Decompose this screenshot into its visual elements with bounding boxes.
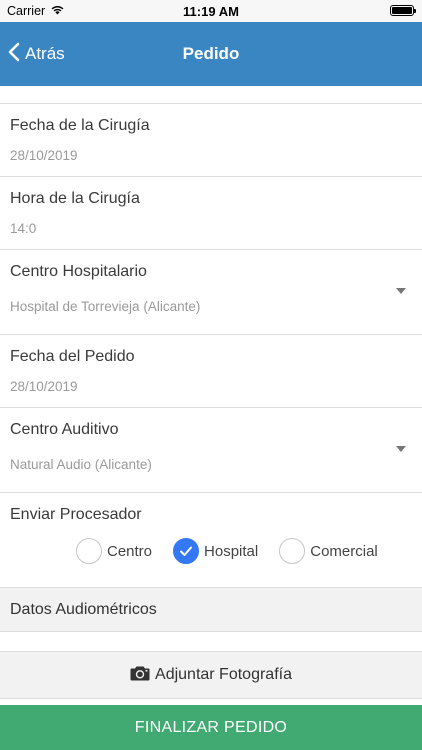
nav-bar: Atrás Pedido	[0, 22, 422, 86]
radio-label-comercial: Comercial	[310, 542, 378, 560]
caret-down-icon	[396, 446, 406, 452]
hospital-center-label: Centro Hospitalario	[10, 263, 147, 280]
surgery-date-field[interactable]: Fecha de la Cirugía 28/10/2019	[0, 104, 422, 177]
surgery-time-value: 14:0	[10, 221, 37, 236]
radio-label-hospital: Hospital	[204, 542, 259, 560]
attach-photo-button[interactable]: Adjuntar Fotografía	[0, 652, 422, 699]
hearing-center-value: Natural Audio (Alicante)	[10, 457, 152, 472]
surgery-date-label: Fecha de la Cirugía	[10, 117, 150, 134]
send-processor-field: Enviar Procesador Centro Hospital Comerc…	[0, 493, 422, 588]
order-form: Fecha de la Cirugía 28/10/2019 Hora de l…	[0, 86, 422, 699]
radio-unchecked-icon[interactable]	[76, 538, 102, 564]
finalize-order-button[interactable]: FINALIZAR PEDIDO	[0, 705, 422, 750]
order-date-field[interactable]: Fecha del Pedido 28/10/2019	[0, 335, 422, 408]
surgery-time-label: Hora de la Cirugía	[10, 190, 140, 207]
hospital-center-value: Hospital de Torrevieja (Alicante)	[10, 299, 201, 314]
hearing-center-label: Centro Auditivo	[10, 421, 119, 438]
attach-photo-label: Adjuntar Fotografía	[155, 666, 292, 683]
order-date-value: 28/10/2019	[10, 379, 78, 394]
send-processor-options: Centro Hospital Comercial	[76, 538, 378, 564]
checkmark-icon	[180, 546, 193, 556]
hospital-center-select[interactable]: Centro Hospitalario Hospital de Torrevie…	[0, 250, 422, 335]
chevron-left-icon	[8, 42, 25, 67]
radio-unchecked-icon[interactable]	[279, 538, 306, 564]
camera-icon	[130, 665, 155, 686]
battery-icon	[390, 5, 416, 16]
audiometric-section-header: Datos Audiométricos	[0, 588, 422, 632]
surgery-time-field[interactable]: Hora de la Cirugía 14:0	[0, 177, 422, 250]
radio-option-comercial[interactable]: Comercial	[279, 538, 378, 564]
form-top-gap	[0, 86, 422, 104]
radio-checked-icon[interactable]	[173, 538, 200, 564]
status-time: 11:19 AM	[183, 4, 239, 19]
send-processor-label: Enviar Procesador	[10, 506, 142, 523]
order-date-label: Fecha del Pedido	[10, 348, 135, 365]
status-bar: Carrier 11:19 AM	[0, 0, 422, 22]
back-label: Atrás	[25, 44, 65, 63]
audiometric-section-body	[0, 632, 422, 652]
surgery-date-value: 28/10/2019	[10, 148, 78, 163]
radio-label-centro: Centro	[107, 542, 153, 560]
radio-option-hospital[interactable]: Hospital	[173, 538, 258, 564]
hearing-center-select[interactable]: Centro Auditivo Natural Audio (Alicante)	[0, 408, 422, 493]
caret-down-icon	[396, 288, 406, 294]
radio-option-centro[interactable]: Centro	[76, 538, 152, 564]
back-button[interactable]: Atrás	[8, 22, 65, 86]
